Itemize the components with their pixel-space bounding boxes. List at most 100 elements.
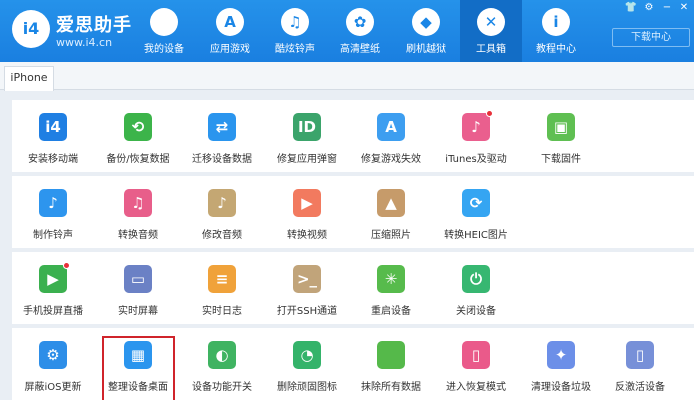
cube-icon: ▣ [547,113,575,141]
tool-label: 进入恢复模式 [446,382,506,393]
tool-item[interactable]: ⇄ 迁移设备数据 [182,113,262,165]
tool-label: 转换HEIC图片 [444,230,508,241]
migrate-phones-icon: ⇄ [208,113,236,141]
apple-icon [150,8,178,36]
tool-item[interactable]: ⏻ 关闭设备 [436,265,516,317]
bell-icon: ♪ [39,189,67,217]
nav-item-2[interactable]: ♫ 酷炫铃声 [264,0,326,62]
nav-item-label: 工具箱 [476,44,506,55]
tool-item[interactable]: ♪ 制作铃声 [13,189,93,241]
tool-item[interactable]: ≡ 实时日志 [182,265,262,317]
tool-label: 手机投屏直播 [23,306,83,317]
tool-label: 打开SSH通道 [276,306,338,317]
selection-highlight [102,336,175,400]
tool-item[interactable]: ▯ 进入恢复模式 [436,341,516,393]
tool-label: 修复游戏失效 [361,154,421,165]
tool-item[interactable]: ID 修复应用弹窗 [267,113,347,165]
tool-item[interactable]: ⚙ 屏蔽iOS更新 [13,341,93,393]
apple-id-icon: ID [293,113,321,141]
music-note-icon: ♫ [124,189,152,217]
close-icon[interactable]: ✕ [677,2,691,14]
tool-item[interactable]: i4 安装移动端 [13,113,93,165]
toggle-icon: ◐ [208,341,236,369]
backup-clock-icon: ⟲ [124,113,152,141]
terminal-icon: >_ [293,265,321,293]
i4-app-icon: i4 [39,113,67,141]
tool-item[interactable]: ▶ 转换视频 [267,189,347,241]
broom-icon: ✦ [547,341,575,369]
tool-label: 迁移设备数据 [192,154,252,165]
nav-item-label: 酷炫铃声 [275,44,315,55]
photo-icon: ▲ [377,189,405,217]
minimize-icon[interactable]: − [660,2,674,14]
i4-logo: i4 [12,10,50,48]
nav-item-1[interactable]: A 应用游戏 [199,0,261,62]
tool-label: 压缩照片 [371,230,411,241]
nav-item-3[interactable]: ✿ 高清壁纸 [329,0,391,62]
tool-label: 转换视频 [287,230,327,241]
apple-erase-icon [377,341,405,369]
audio-edit-icon: ♪ [208,189,236,217]
tool-item[interactable]: ✦ 清理设备垃圾 [521,341,601,393]
tool-item[interactable]: ◔ 删除顽固图标 [267,341,347,393]
shirt-icon[interactable]: 👕 [624,2,638,14]
nav-item-label: 应用游戏 [210,44,250,55]
tool-row-0: i4 安装移动端 ⟲ 备份/恢复数据 ⇄ 迁移设备数据 ID 修复应用弹窗 A 修复游戏失效 ♪ iT… [12,100,694,172]
tool-item[interactable]: ♪ iTunes及驱动 [436,110,516,165]
tool-item[interactable]: ⟲ 备份/恢复数据 [98,113,178,165]
tool-label: 安装移动端 [28,154,78,165]
gear-icon: ⚙ [39,341,67,369]
tool-item[interactable]: >_ 打开SSH通道 [267,265,347,317]
nav-item-6[interactable]: i 教程中心 [525,0,587,62]
app-store-icon: A [216,8,244,36]
tab-iphone[interactable]: iPhone [4,66,54,91]
nav-item-label: 高清壁纸 [340,44,380,55]
nav-item-label: 我的设备 [144,44,184,55]
app-store-icon: A [377,113,405,141]
tool-label: 关闭设备 [456,306,496,317]
video-play-icon: ▶ [293,189,321,217]
log-icon: ≡ [208,265,236,293]
tool-item[interactable]: ♫ 转换音频 [98,189,178,241]
tool-item[interactable]: ▲ 压缩照片 [351,189,431,241]
tool-item[interactable]: ♪ 修改音频 [182,189,262,241]
tool-label: iTunes及驱动 [445,154,507,165]
tool-label: 转换音频 [118,230,158,241]
nav-item-0[interactable]: 我的设备 [133,0,195,62]
tool-item[interactable]: ⟳ 转换HEIC图片 [436,189,516,241]
tool-label: 下载固件 [541,154,581,165]
screen-cast-icon: ▶ [39,262,70,293]
tool-label: 删除顽固图标 [277,382,337,393]
monitor-icon: ▭ [124,265,152,293]
tool-item[interactable]: A 修复游戏失效 [351,113,431,165]
device-tab-bar: iPhone [0,62,694,91]
phone-recovery-icon: ▯ [462,341,490,369]
tool-label: 清理设备垃圾 [531,382,591,393]
tool-label: 修复应用弹窗 [277,154,337,165]
tool-label: 抹除所有数据 [361,382,421,393]
tool-item[interactable]: ▣ 下载固件 [521,113,601,165]
tool-label: 实时日志 [202,306,242,317]
tools-icon: ✕ [477,8,505,36]
tool-item[interactable]: ▯ 反激活设备 [600,341,680,393]
dropbox-icon: ◆ [412,8,440,36]
tool-item[interactable]: ▶ 手机投屏直播 [13,262,93,317]
tool-label: 制作铃声 [33,230,73,241]
download-center-button[interactable]: 下载中心 [612,28,690,47]
tool-label: 重启设备 [371,306,411,317]
nav-item-5[interactable]: ✕ 工具箱 [460,0,522,62]
settings-icon[interactable]: ⚙ [642,2,656,14]
tool-label: 设备功能开关 [192,382,252,393]
nav-item-label: 教程中心 [536,44,576,55]
tool-item[interactable]: ✳ 重启设备 [351,265,431,317]
brand-name: 爱思助手 [56,15,132,36]
tool-item[interactable]: ▭ 实时屏幕 [98,265,178,317]
nav-item-4[interactable]: ◆ 刷机越狱 [395,0,457,62]
info-icon: i [542,8,570,36]
tool-label: 备份/恢复数据 [106,154,170,165]
itunes-icon: ♪ [462,110,493,141]
flower-icon: ✿ [346,8,374,36]
tool-item[interactable]: ◐ 设备功能开关 [182,341,262,393]
tool-item[interactable]: 抹除所有数据 [351,341,431,393]
nav-item-label: 刷机越狱 [406,44,446,55]
